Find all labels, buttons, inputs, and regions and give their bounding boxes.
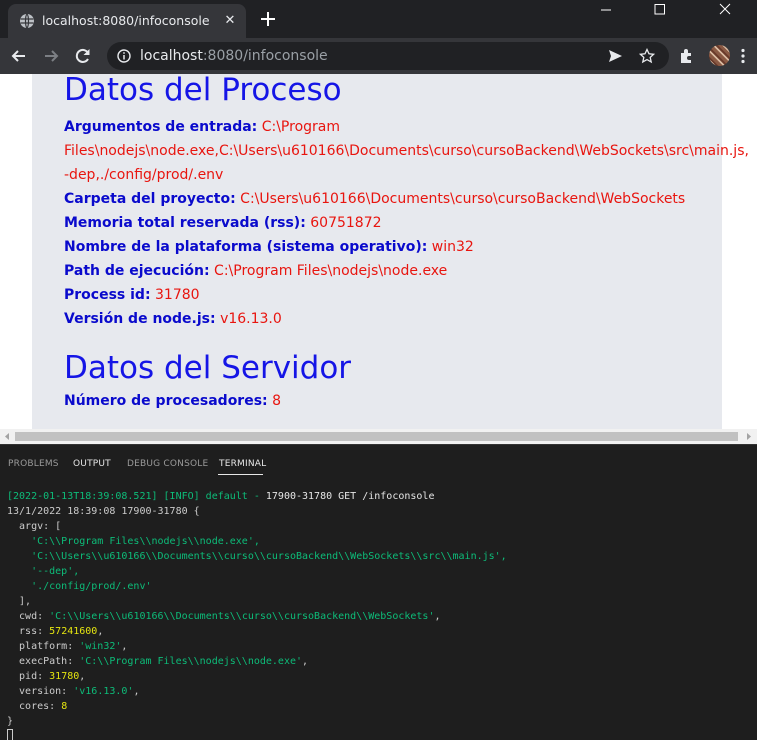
cpus-value: 8 bbox=[272, 393, 282, 409]
url-path: :8080/infoconsole bbox=[202, 48, 328, 64]
tab-terminal[interactable]: TERMINAL bbox=[219, 459, 266, 469]
pid-key: pid: bbox=[7, 671, 50, 682]
send-icon[interactable] bbox=[607, 48, 623, 64]
argv-3: '--dep', bbox=[7, 566, 80, 577]
rss-value-term: 57241600 bbox=[49, 626, 98, 637]
page-viewport: Datos del Proceso Argumentos de entrada:… bbox=[0, 74, 757, 429]
argv-4: './config/prod/.env' bbox=[7, 581, 152, 592]
execpath-value-term: 'C:\\Program Files\\nodejs\\node.exe' bbox=[79, 656, 303, 667]
platform-value-term: 'win32' bbox=[79, 641, 122, 652]
browser-toolbar: localhost:8080/infoconsole bbox=[0, 38, 757, 74]
star-icon[interactable] bbox=[639, 48, 655, 64]
active-tab-indicator bbox=[218, 474, 263, 475]
args-row-cont-2: -dep,./config/prod/.env bbox=[64, 163, 757, 187]
window-close-icon[interactable] bbox=[702, 0, 748, 20]
platform-row: Nombre de la plataforma (sistema operati… bbox=[64, 235, 757, 259]
info-icon[interactable] bbox=[117, 49, 131, 63]
scroll-right-icon[interactable] bbox=[744, 432, 753, 441]
log-request: 17900-31780 GET /infoconsole bbox=[265, 491, 435, 502]
platform-value: win32 bbox=[431, 239, 474, 255]
rss-row: Memoria total reservada (rss): 60751872 bbox=[64, 211, 757, 235]
tab-debug-console[interactable]: DEBUG CONSOLE bbox=[127, 459, 208, 469]
tab-output[interactable]: OUTPUT bbox=[73, 459, 111, 469]
extensions-icon[interactable] bbox=[677, 46, 697, 66]
args-row: Argumentos de entrada: C:\Program bbox=[64, 115, 757, 139]
back-arrow-icon[interactable] bbox=[9, 46, 29, 66]
forward-arrow-icon[interactable] bbox=[41, 46, 61, 66]
rss-comma: , bbox=[97, 626, 104, 637]
exec-path-row: Path de ejecución: C:\Program Files\node… bbox=[64, 259, 757, 283]
folder-label: Carpeta del proyecto: bbox=[64, 191, 236, 207]
rss-value: 60751872 bbox=[310, 215, 382, 231]
tab-problems[interactable]: PROBLEMS bbox=[8, 459, 59, 469]
url-host: localhost bbox=[140, 48, 203, 64]
platform-comma: , bbox=[121, 641, 128, 652]
server-heading: Datos del Servidor bbox=[64, 350, 352, 386]
argv-1: 'C:\\Program Files\\nodejs\\node.exe', bbox=[7, 536, 260, 547]
exec-path-label: Path de ejecución: bbox=[64, 263, 210, 279]
version-comma: , bbox=[133, 686, 140, 697]
close-tab-icon[interactable]: ✕ bbox=[220, 11, 240, 31]
pid-label: Process id: bbox=[64, 287, 151, 303]
node-version-value: v16.13.0 bbox=[220, 311, 282, 327]
log-line-2: 13/1/2022 18:39:08 17900-31780 { bbox=[7, 506, 200, 517]
globe-icon bbox=[20, 13, 34, 29]
terminal-cursor[interactable] bbox=[7, 729, 13, 740]
node-version-label: Versión de node.js: bbox=[64, 311, 216, 327]
cwd-comma: , bbox=[434, 611, 441, 622]
cpus-label: Número de procesadores: bbox=[64, 393, 268, 409]
cwd-key: cwd: bbox=[7, 611, 50, 622]
rss-key: rss: bbox=[7, 626, 50, 637]
args-value-1: C:\Program bbox=[261, 119, 340, 135]
maximize-icon[interactable] bbox=[637, 0, 683, 20]
horizontal-scrollbar[interactable] bbox=[0, 429, 757, 444]
url-text: localhost:8080/infoconsole bbox=[140, 48, 328, 64]
platform-label: Nombre de la plataforma (sistema operati… bbox=[64, 239, 428, 255]
new-tab-icon[interactable] bbox=[257, 8, 279, 30]
minimize-icon[interactable] bbox=[583, 0, 629, 20]
cpus-row: Número de procesadores: 8 bbox=[64, 389, 757, 413]
scroll-left-icon[interactable] bbox=[3, 432, 12, 441]
version-key: version: bbox=[7, 686, 74, 697]
execpath-comma: , bbox=[302, 656, 309, 667]
pid-comma: , bbox=[79, 671, 86, 682]
rss-label: Memoria total reservada (rss): bbox=[64, 215, 306, 231]
platform-key: platform: bbox=[7, 641, 80, 652]
profile-avatar[interactable] bbox=[709, 45, 730, 66]
pid-value-term: 31780 bbox=[49, 671, 80, 682]
node-version-row: Versión de node.js: v16.13.0 bbox=[64, 307, 757, 331]
tab-title: localhost:8080/infoconsole bbox=[42, 13, 210, 28]
cores-key: cores: bbox=[7, 701, 62, 712]
log-prefix: [2022-01-13T18:39:08.521] [INFO] default… bbox=[7, 491, 266, 502]
editor-panel: PROBLEMS OUTPUT DEBUG CONSOLE TERMINAL [… bbox=[0, 444, 757, 740]
pid-value: 31780 bbox=[155, 287, 200, 303]
args-row-cont-1: Files\nodejs\node.exe,C:\Users\u610166\D… bbox=[64, 139, 757, 163]
page-content: Datos del Proceso Argumentos de entrada:… bbox=[64, 74, 757, 413]
cwd-value: 'C:\\Users\\u610166\\Documents\\curso\\c… bbox=[49, 611, 435, 622]
argv-open: argv: [ bbox=[7, 521, 62, 532]
reload-icon[interactable] bbox=[73, 46, 93, 66]
browser-tab-strip: localhost:8080/infoconsole ✕ bbox=[0, 0, 757, 38]
browser-tab[interactable]: localhost:8080/infoconsole ✕ bbox=[8, 4, 246, 38]
args-value-2: Files\nodejs\node.exe,C:\Users\u610166\D… bbox=[64, 143, 749, 159]
exec-path-value: C:\Program Files\nodejs\node.exe bbox=[214, 263, 448, 279]
folder-value: C:\Users\u610166\Documents\curso\cursoBa… bbox=[240, 191, 686, 207]
cores-value-term: 8 bbox=[61, 701, 68, 712]
process-heading: Datos del Proceso bbox=[64, 74, 342, 108]
folder-row: Carpeta del proyecto: C:\Users\u610166\D… bbox=[64, 187, 757, 211]
address-bar[interactable]: localhost:8080/infoconsole bbox=[107, 42, 669, 70]
args-label: Argumentos de entrada: bbox=[64, 119, 258, 135]
argv-close: ], bbox=[7, 596, 32, 607]
version-value-term: 'v16.13.0' bbox=[73, 686, 134, 697]
execpath-key: execPath: bbox=[7, 656, 80, 667]
object-close: } bbox=[7, 716, 14, 727]
pid-row: Process id: 31780 bbox=[64, 283, 757, 307]
argv-2: 'C:\\Users\\u610166\\Documents\\curso\\c… bbox=[7, 551, 507, 562]
terminal-output[interactable]: [2022-01-13T18:39:08.521] [INFO] default… bbox=[7, 489, 507, 740]
scrollbar-thumb[interactable] bbox=[15, 432, 738, 441]
args-value-3: -dep,./config/prod/.env bbox=[64, 167, 224, 183]
menu-dots-icon[interactable] bbox=[733, 46, 753, 66]
